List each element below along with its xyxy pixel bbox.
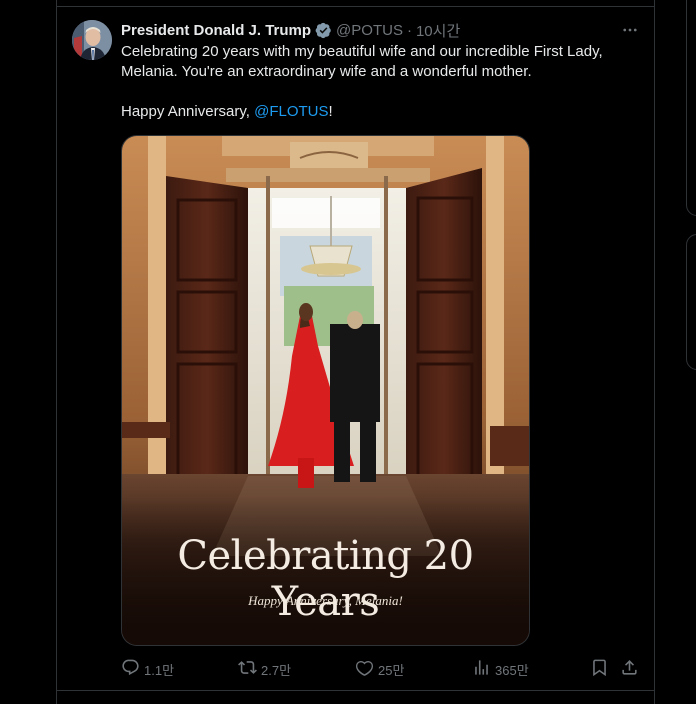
reply-count: 1.1만: [144, 662, 175, 678]
repost-button[interactable]: 2.7만: [238, 658, 291, 680]
media-caption-title: Celebrating 20 Years: [177, 533, 474, 625]
tweet-text-fragment: Happy Anniversary,: [121, 103, 255, 120]
timeline-right-border: [654, 0, 655, 704]
repost-icon: [238, 658, 257, 680]
bottom-divider: [57, 690, 654, 691]
verified-badge-icon[interactable]: [315, 22, 332, 39]
like-button[interactable]: 25만: [355, 658, 404, 680]
bookmark-button[interactable]: [590, 658, 609, 680]
avatar-portrait: [72, 20, 112, 60]
avatar[interactable]: [72, 20, 112, 60]
header-separator: ·: [406, 21, 412, 39]
more-icon[interactable]: [618, 20, 642, 40]
tweet-text-line: Celebrating 20 years with my beautiful w…: [121, 43, 603, 60]
sidebar-panel-edge-bottom: [686, 234, 696, 370]
repost-count: 2.7만: [261, 662, 292, 678]
tweet-header: President Donald J. Trump @POTUS · 10시간: [121, 20, 460, 40]
tweet-actions: 1.1만 2.7만 25만 365만: [121, 658, 641, 680]
mention-link[interactable]: @FLOTUS: [254, 103, 328, 120]
views-icon: [472, 658, 491, 680]
tweet-text-line: Happy Anniversary, @FLOTUS!: [121, 102, 641, 122]
top-divider: [57, 6, 654, 7]
sidebar-panel-edge-top: [686, 0, 696, 216]
tweet-text-line: Melania. You're an extraordinary wife an…: [121, 63, 532, 80]
like-count: 25만: [378, 662, 405, 678]
author-handle[interactable]: @POTUS: [336, 22, 403, 39]
reply-button[interactable]: 1.1만: [121, 658, 174, 680]
media-caption-subtitle: Happy Anniversary, Melania!: [248, 593, 403, 608]
views-button[interactable]: 365만: [472, 658, 529, 680]
like-icon: [355, 658, 374, 680]
author-name[interactable]: President Donald J. Trump: [121, 22, 311, 39]
share-button[interactable]: [620, 658, 639, 680]
bookmark-icon: [590, 658, 609, 680]
tweet-text-fragment: !: [328, 103, 333, 120]
reply-icon: [121, 658, 140, 680]
timestamp[interactable]: 10시간: [416, 20, 460, 41]
share-icon: [620, 658, 639, 680]
tweet-text: Celebrating 20 years with my beautiful w…: [121, 42, 641, 122]
timeline-left-border: [56, 0, 57, 704]
views-count: 365만: [495, 662, 529, 678]
tweet-media-image[interactable]: Celebrating 20 Years Happy Anniversary, …: [121, 135, 530, 646]
